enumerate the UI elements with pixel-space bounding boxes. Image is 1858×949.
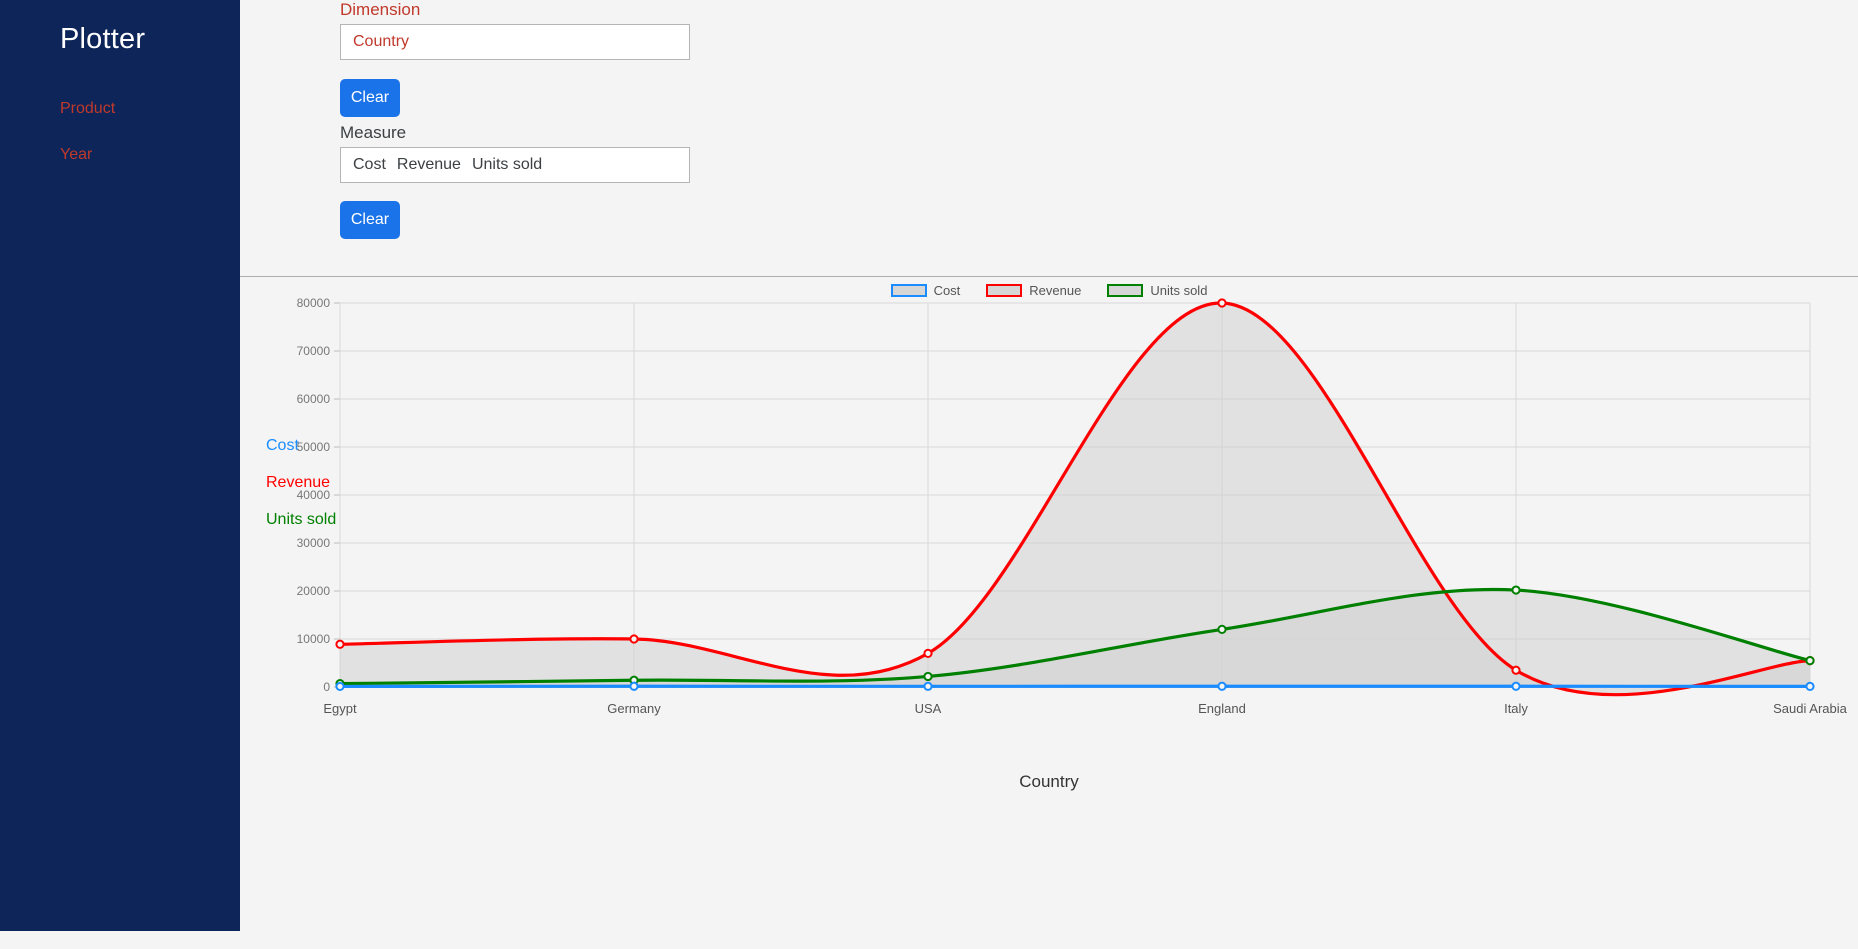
y-tick-label: 40000 xyxy=(297,488,331,502)
dimension-chip-country[interactable]: Country xyxy=(353,33,409,51)
measure-label: Measure xyxy=(340,123,407,142)
data-point xyxy=(1511,585,1521,595)
y-tick-label: 80000 xyxy=(297,296,331,310)
chart-region: Cost Revenue Units sold Cost Revenue Uni… xyxy=(240,277,1858,837)
dimension-clear-button[interactable]: Clear xyxy=(340,79,400,117)
data-point xyxy=(1217,681,1227,691)
x-tick-label: Egypt xyxy=(323,701,357,716)
app-title: Plotter xyxy=(60,23,146,55)
measure-field[interactable]: Cost Revenue Units sold xyxy=(340,147,690,183)
measure-chip-revenue[interactable]: Revenue xyxy=(397,156,461,174)
chart-svg: 0 10000 20000 30000 40000 50000 60000 70000 8000… xyxy=(297,296,1848,716)
dimension-field[interactable]: Country xyxy=(340,24,690,60)
data-point xyxy=(1805,681,1815,691)
controls-panel: Dimension Country Clear Measure Cost Rev… xyxy=(240,0,1858,277)
main-content: Dimension Country Clear Measure Cost Rev… xyxy=(240,0,1858,949)
y-tick-label: 60000 xyxy=(297,392,331,406)
y-tick-label: 0 xyxy=(323,680,330,694)
y-tick-label: 20000 xyxy=(297,584,331,598)
x-tick-label: Germany xyxy=(607,701,661,716)
data-point xyxy=(1217,298,1227,308)
data-point xyxy=(1511,681,1521,691)
measure-chip-cost[interactable]: Cost xyxy=(353,156,386,174)
data-point xyxy=(629,681,639,691)
data-point xyxy=(1805,656,1815,666)
x-axis-title: Country xyxy=(1019,772,1079,791)
x-tick-label: Italy xyxy=(1504,701,1528,716)
sidebar-item-year[interactable]: Year xyxy=(60,146,115,164)
x-tick-label: England xyxy=(1198,701,1246,716)
data-point xyxy=(1217,624,1227,634)
dimension-label: Dimension xyxy=(340,0,421,19)
data-point xyxy=(923,648,933,658)
y-tick-label: 70000 xyxy=(297,344,331,358)
data-point xyxy=(923,671,933,682)
data-point xyxy=(923,681,933,691)
data-point xyxy=(629,634,639,644)
sidebar: Plotter Product Year xyxy=(0,0,240,931)
data-point xyxy=(335,639,345,649)
measure-chip-units-sold[interactable]: Units sold xyxy=(472,156,542,174)
data-point xyxy=(1511,665,1521,675)
y-tick-label: 30000 xyxy=(297,536,331,550)
y-tick-label: 50000 xyxy=(297,440,331,454)
sidebar-item-product[interactable]: Product xyxy=(60,100,115,118)
data-point xyxy=(335,681,345,692)
y-tick-label: 10000 xyxy=(297,632,331,646)
measure-clear-button[interactable]: Clear xyxy=(340,201,400,239)
plot-area: 0 10000 20000 30000 40000 50000 60000 70000 8000… xyxy=(240,295,1858,765)
x-tick-label: USA xyxy=(915,701,942,716)
sidebar-nav: Product Year xyxy=(60,100,115,164)
x-tick-label: Saudi Arabia xyxy=(1773,701,1847,716)
